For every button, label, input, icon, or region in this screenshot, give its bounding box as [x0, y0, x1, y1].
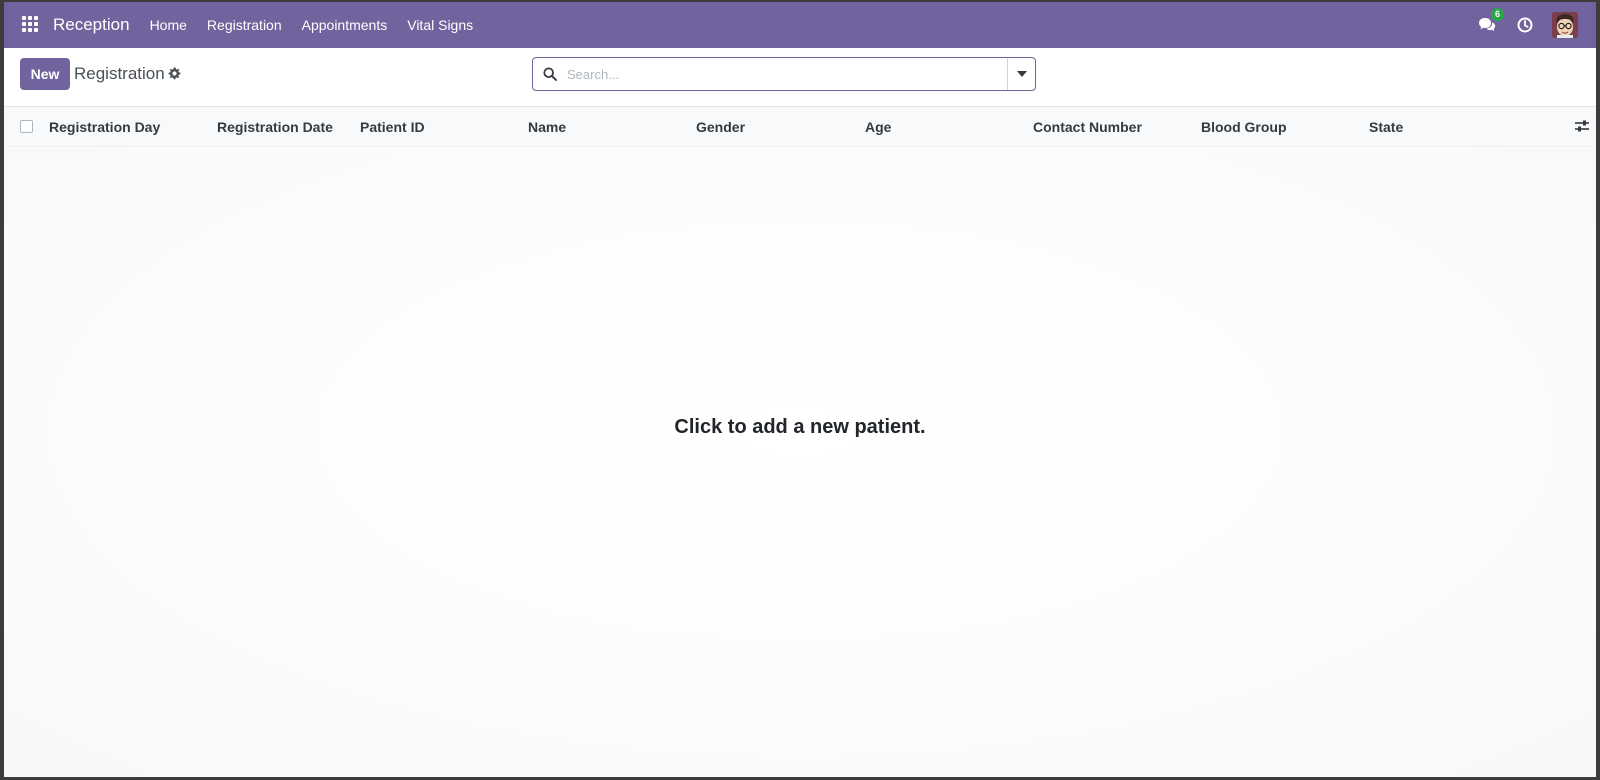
select-all-checkbox[interactable] — [20, 120, 33, 133]
column-name[interactable]: Name — [528, 119, 566, 135]
search-input[interactable] — [567, 58, 1007, 90]
clock-icon — [1517, 17, 1533, 33]
navbar-systray: 6 — [1476, 2, 1578, 48]
new-button[interactable]: New — [20, 58, 70, 90]
avatar-face-icon — [1552, 12, 1578, 38]
search-icon — [533, 67, 567, 81]
activities-button[interactable] — [1514, 14, 1536, 36]
column-gender[interactable]: Gender — [696, 119, 745, 135]
column-contact-number[interactable]: Contact Number — [1033, 119, 1142, 135]
page-title: Registration — [74, 64, 165, 83]
empty-state-message: Click to add a new patient. — [674, 416, 926, 438]
search-options-toggle[interactable] — [1007, 58, 1035, 90]
menu-item-registration[interactable]: Registration — [197, 17, 292, 33]
column-registration-date[interactable]: Registration Date — [217, 119, 333, 135]
messages-button[interactable]: 6 — [1476, 8, 1504, 36]
menu-item-home[interactable]: Home — [140, 17, 197, 33]
column-settings-icon[interactable] — [1574, 119, 1590, 138]
gear-icon[interactable] — [168, 67, 181, 85]
column-state[interactable]: State — [1369, 119, 1403, 135]
messages-count-badge: 6 — [1491, 8, 1504, 21]
column-registration-day[interactable]: Registration Day — [49, 119, 160, 135]
app-window: Reception Home Registration Appointments… — [4, 2, 1596, 777]
apps-grid-icon[interactable] — [22, 16, 40, 34]
column-patient-id[interactable]: Patient ID — [360, 119, 425, 135]
menu-item-appointments[interactable]: Appointments — [292, 17, 398, 33]
caret-down-icon — [1016, 71, 1027, 77]
top-navbar: Reception Home Registration Appointments… — [4, 2, 1596, 48]
user-avatar[interactable] — [1552, 12, 1578, 38]
list-empty-area[interactable]: Click to add a new patient. — [4, 148, 1596, 777]
app-name[interactable]: Reception — [53, 15, 130, 35]
menu-item-vital-signs[interactable]: Vital Signs — [397, 17, 483, 33]
search-bar — [532, 57, 1036, 91]
column-age[interactable]: Age — [865, 119, 891, 135]
column-blood-group[interactable]: Blood Group — [1201, 119, 1287, 135]
control-panel: New Registration — [4, 48, 1596, 107]
list-header: Registration Day Registration Date Patie… — [4, 107, 1596, 147]
